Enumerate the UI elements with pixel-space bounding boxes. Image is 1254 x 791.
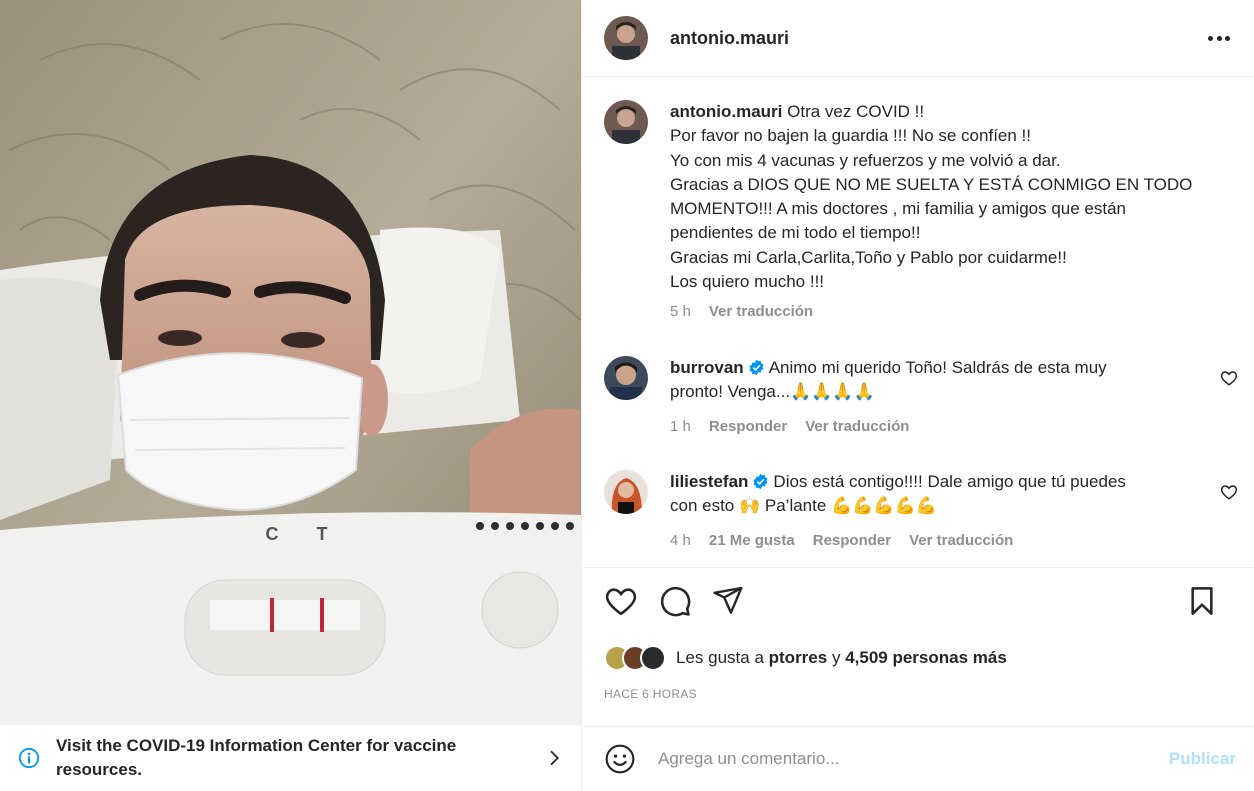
post-side-panel: antonio.mauri antonio.mauri Otra vez COV…: [581, 0, 1254, 791]
heart-icon[interactable]: [604, 584, 638, 618]
comment-composer: Publicar: [582, 726, 1254, 791]
caption-line: Gracias mi Carla,Carlita,Toño y Pablo po…: [670, 247, 1067, 267]
comment-text: Dios está contigo!!!! Dale amigo que tú …: [773, 472, 1126, 491]
see-translation-link[interactable]: Ver traducción: [909, 529, 1013, 553]
comments-section: antonio.mauri Otra vez COVID !! Por favo…: [582, 78, 1254, 568]
avatar[interactable]: [604, 470, 648, 514]
info-icon: [18, 747, 40, 769]
more-options-icon[interactable]: [1206, 25, 1232, 51]
post-timestamp[interactable]: HACE 6 HORAS: [604, 687, 697, 701]
post-comment-button[interactable]: Publicar: [1169, 749, 1236, 769]
likes-summary: Les gusta a ptorres y 4,509 personas más: [604, 645, 1007, 671]
caption-username[interactable]: antonio.mauri: [670, 102, 782, 121]
caption-time[interactable]: 5 h: [670, 300, 691, 324]
see-translation-link[interactable]: Ver traducción: [805, 415, 909, 439]
reply-link[interactable]: Responder: [709, 415, 787, 439]
comment-text: pronto! Venga...🙏🙏🙏🙏: [670, 382, 875, 402]
emoji-icon[interactable]: [604, 743, 636, 775]
comment-like-heart-icon[interactable]: [1220, 483, 1238, 501]
verified-badge-icon: [753, 473, 768, 490]
liker-username[interactable]: ptorres: [769, 648, 828, 668]
caption-line: pendientes de mi todo el tiempo!!: [670, 223, 921, 243]
post-actions: [602, 584, 1232, 626]
caption-line: Por favor no bajen la guardia !!! No se …: [670, 126, 1031, 146]
reply-link[interactable]: Responder: [813, 529, 891, 553]
comment-icon[interactable]: [658, 584, 692, 618]
save-icon[interactable]: [1186, 584, 1218, 618]
comment-text: Animo mi querido Toño! Saldrás de esta m…: [768, 358, 1107, 377]
liker-avatars[interactable]: [604, 645, 666, 671]
comment-text: con esto 🙌 Pa’lante 💪💪💪💪💪: [670, 496, 937, 516]
likes-prefix: Les gusta a: [676, 648, 764, 667]
post-photo[interactable]: C T: [0, 0, 581, 724]
caption: antonio.mauri Otra vez COVID !! Por favo…: [604, 100, 1215, 325]
caption-line: Los quiero mucho !!!: [670, 272, 825, 292]
comment-like-heart-icon[interactable]: [1220, 369, 1238, 387]
test-label-c: C: [266, 524, 279, 544]
caption-line: Gracias a DIOS QUE NO ME SUELTA Y ESTÁ C…: [670, 174, 1193, 194]
verified-badge-icon: [749, 359, 764, 376]
caption-line: Otra vez COVID !!: [787, 102, 925, 121]
see-translation-link[interactable]: Ver traducción: [709, 300, 813, 324]
caption-line: MOMENTO!!! A mis doctores , mi familia y…: [670, 199, 1127, 219]
avatar[interactable]: [604, 16, 648, 60]
covid-banner-text: Visit the COVID-19 Information Center fo…: [56, 736, 457, 779]
author-username[interactable]: antonio.mauri: [670, 28, 789, 49]
avatar[interactable]: [604, 356, 648, 400]
caption-line: Yo con mis 4 vacunas y refuerzos y me vo…: [670, 150, 1061, 170]
covid-info-banner[interactable]: Visit the COVID-19 Information Center fo…: [0, 724, 581, 791]
chevron-right-icon: [550, 750, 560, 766]
selfie-photo: C T: [0, 0, 581, 724]
comment-time[interactable]: 4 h: [670, 529, 691, 553]
comment-item: liliestefan Dios está contigo!!!! Dale am…: [604, 470, 1215, 553]
avatar[interactable]: [604, 100, 648, 144]
test-label-t: T: [317, 524, 328, 544]
likes-count[interactable]: 4,509 personas más: [845, 648, 1007, 668]
comment-username[interactable]: burrovan: [670, 358, 744, 377]
post-header: antonio.mauri: [582, 0, 1254, 77]
share-icon[interactable]: [712, 584, 744, 616]
comment-time[interactable]: 1 h: [670, 415, 691, 439]
likes-conj: y: [831, 648, 841, 667]
comment-item: burrovan Animo mi querido Toño! Saldrás d…: [604, 356, 1215, 439]
comment-username[interactable]: liliestefan: [670, 472, 748, 491]
comment-input[interactable]: [658, 749, 1138, 769]
comment-likes[interactable]: 21 Me gusta: [709, 529, 795, 553]
